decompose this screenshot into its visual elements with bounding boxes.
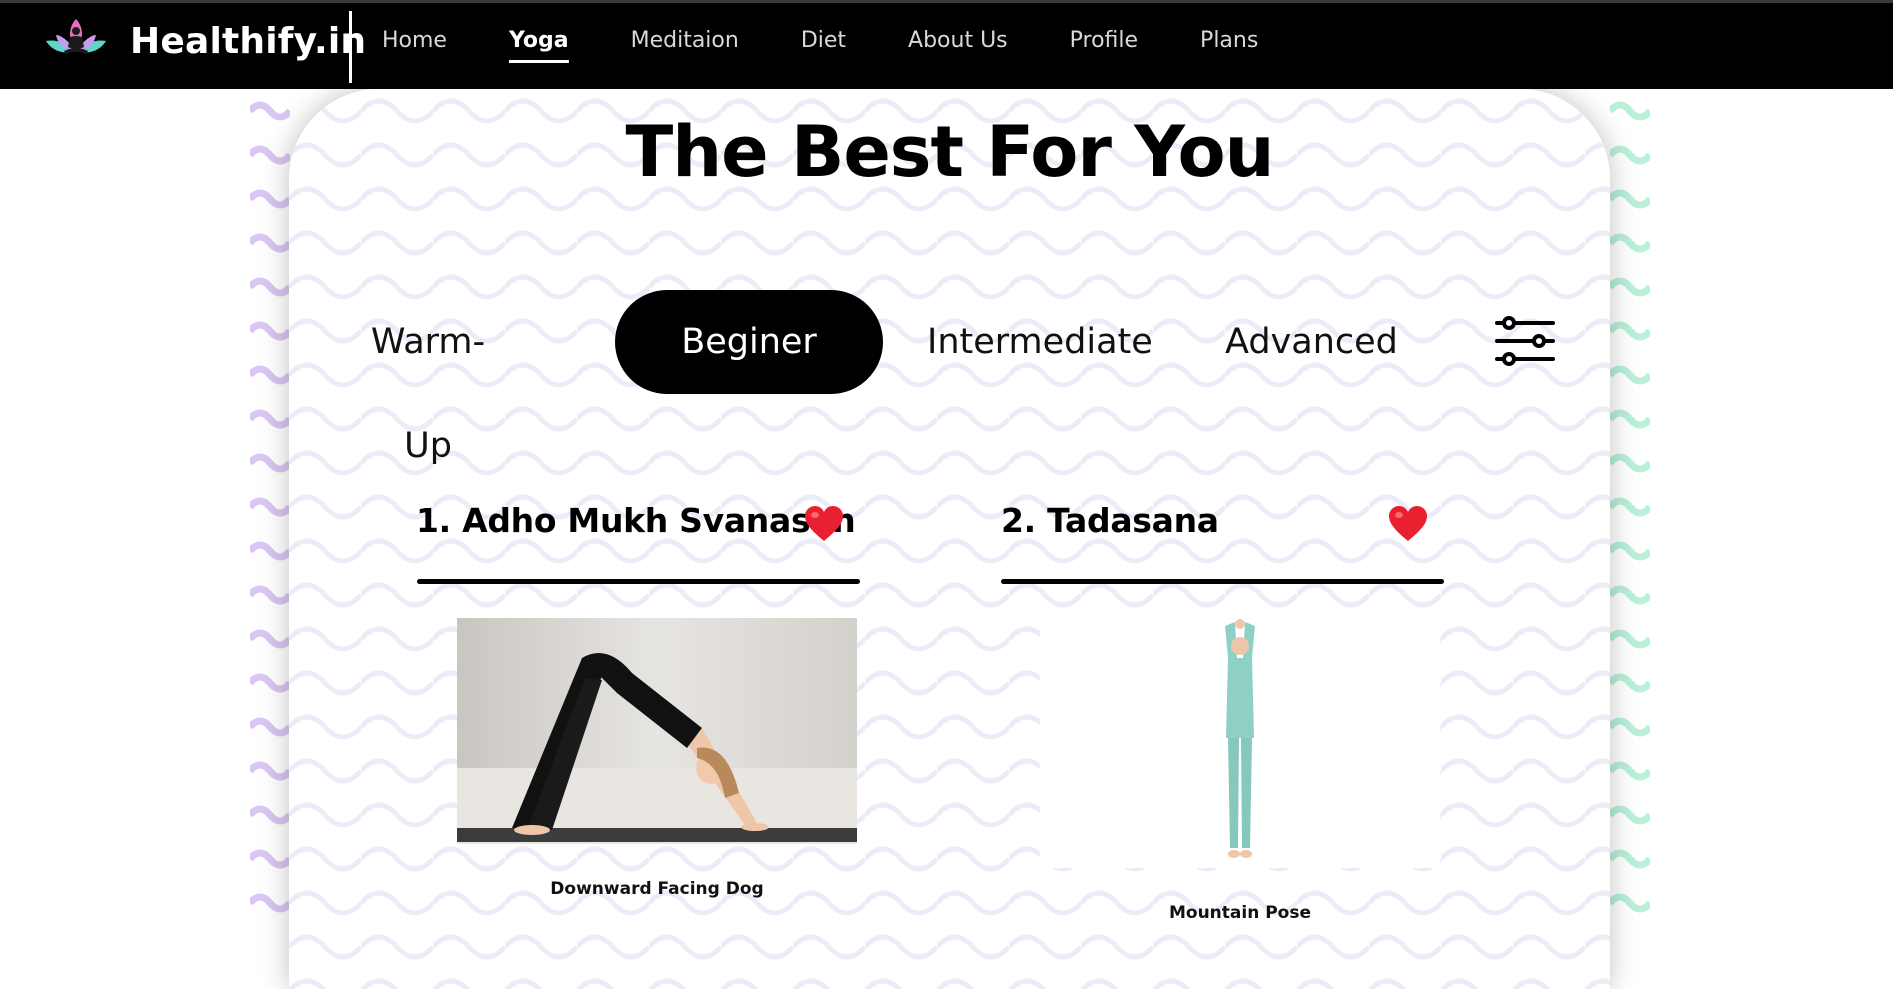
wave-pattern-left bbox=[250, 89, 290, 936]
pose-2-divider bbox=[1001, 579, 1444, 584]
lotus-logo-icon[interactable] bbox=[40, 13, 112, 73]
nav-item-profile[interactable]: Profile bbox=[1070, 28, 1138, 61]
wave-pattern-right bbox=[1610, 89, 1650, 936]
pose-1-caption: Downward Facing Dog bbox=[550, 879, 764, 899]
page-title: The Best For You bbox=[625, 111, 1275, 193]
nav-divider bbox=[349, 11, 352, 83]
tab-beginner[interactable]: Beginer bbox=[615, 290, 883, 394]
nav-item-diet[interactable]: Diet bbox=[801, 28, 846, 61]
pose-1-heading: 1. Adho Mukh Svanasan bbox=[416, 501, 856, 540]
tab-intermediate[interactable]: Intermediate bbox=[927, 290, 1153, 394]
nav-item-home[interactable]: Home bbox=[382, 28, 447, 61]
nav-item-yoga[interactable]: Yoga bbox=[508, 28, 569, 63]
pose-2-heading: 2. Tadasana bbox=[1001, 501, 1219, 540]
tab-advanced[interactable]: Advanced bbox=[1225, 290, 1398, 394]
top-navbar: Healthify.in Home Yoga Meditaion Diet Ab… bbox=[0, 3, 1893, 89]
nav-item-meditation[interactable]: Meditaion bbox=[631, 28, 739, 61]
sliders-icon[interactable] bbox=[1494, 313, 1556, 369]
brand-name[interactable]: Healthify.in bbox=[130, 21, 366, 62]
nav-menu: Home Yoga Meditaion Diet About Us Profil… bbox=[382, 28, 1320, 63]
heart-icon[interactable] bbox=[1388, 505, 1428, 543]
mountain-pose-photo bbox=[1040, 618, 1440, 868]
pose-2-caption: Mountain Pose bbox=[1168, 903, 1312, 923]
level-tabs: Warm-Up Beginer Intermediate Advanced bbox=[289, 290, 1610, 466]
pose-1-divider bbox=[417, 579, 860, 584]
nav-item-about-us[interactable]: About Us bbox=[908, 28, 1008, 61]
heart-icon[interactable] bbox=[804, 505, 844, 543]
nav-item-plans[interactable]: Plans bbox=[1200, 28, 1258, 61]
yoga-card: The Best For You Warm-Up Beginer Interme… bbox=[289, 89, 1610, 989]
tab-warm-up[interactable]: Warm-Up bbox=[353, 290, 503, 466]
downward-dog-photo bbox=[457, 618, 857, 844]
